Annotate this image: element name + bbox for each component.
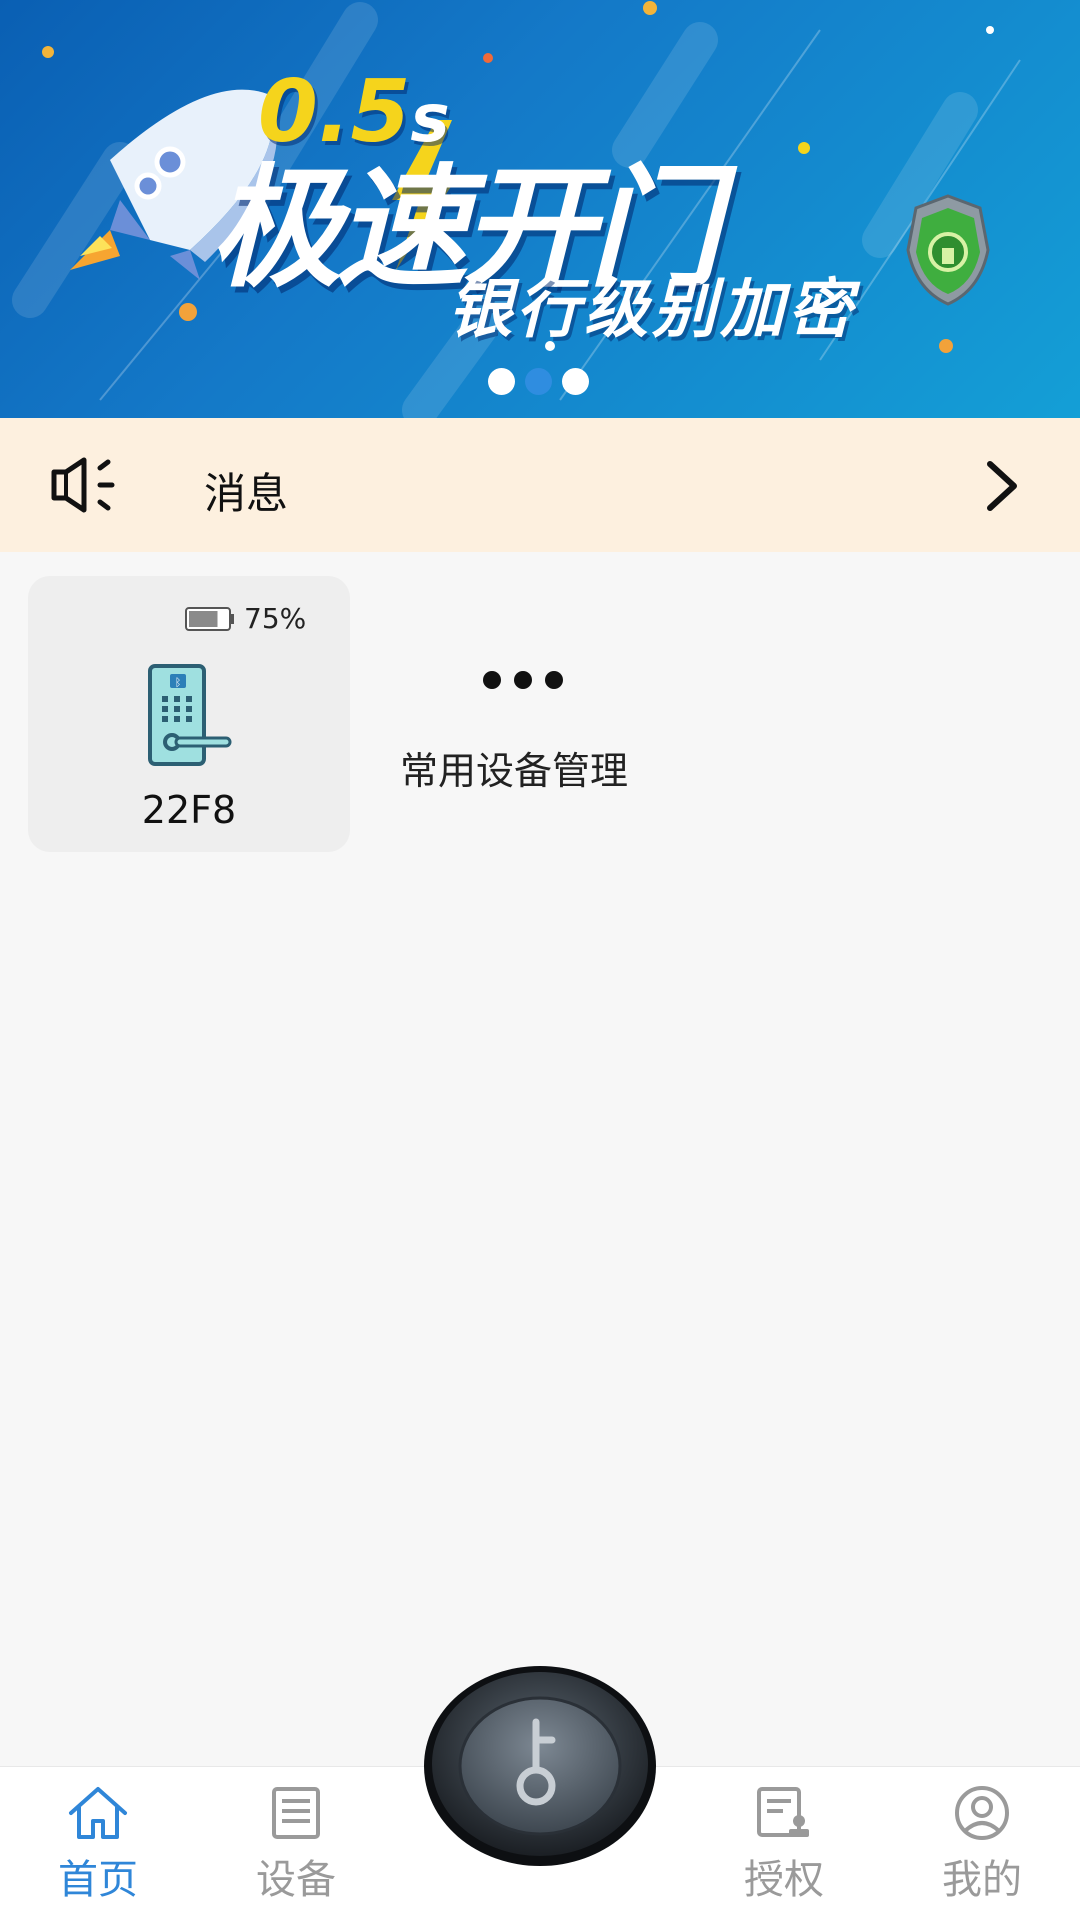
manage-devices-button[interactable]: 常用设备管理 <box>386 640 676 800</box>
svg-text:ᛒ: ᛒ <box>175 676 182 689</box>
profile-icon <box>955 1786 1009 1840</box>
authorize-icon <box>757 1787 809 1837</box>
tab-profile-label: 我的 <box>942 1857 1022 1903</box>
banner-pagination <box>488 368 589 395</box>
speaker-icon <box>51 457 115 513</box>
unlock-key-button[interactable] <box>422 1664 658 1868</box>
banner-subtitle: 银行级别加密 <box>448 273 856 347</box>
tab-devices-label: 设备 <box>256 1857 336 1903</box>
device-name: 22F8 <box>141 788 237 832</box>
manage-devices-label: 常用设备管理 <box>400 749 629 793</box>
banner-dot[interactable] <box>488 368 515 395</box>
banner-dot-active[interactable] <box>525 368 552 395</box>
promo-banner[interactable]: 0.5s 极速开门 银行级别加密 <box>0 0 1080 418</box>
shield-lock-icon <box>906 194 990 306</box>
banner-dot[interactable] <box>562 368 589 395</box>
device-list-icon <box>272 1787 320 1839</box>
battery-icon <box>185 607 234 631</box>
device-card[interactable]: 75% ᛒ 22F8 <box>28 576 350 852</box>
home-icon <box>69 1787 127 1839</box>
tab-profile[interactable]: 我的 <box>912 1785 1052 1915</box>
more-dots-icon <box>483 671 563 689</box>
tab-authorize[interactable]: 授权 <box>714 1785 854 1915</box>
tab-authorize-label: 授权 <box>744 1857 824 1903</box>
tab-home-label: 首页 <box>58 1857 138 1903</box>
app-root: 0.5s 极速开门 银行级别加密 消息 75% ᛒ 22F8 常用设备管理 首页… <box>0 0 1080 1920</box>
tab-home[interactable]: 首页 <box>28 1785 168 1915</box>
message-label: 消息 <box>204 469 289 518</box>
tab-devices[interactable]: 设备 <box>226 1785 366 1915</box>
battery-percent: 75% <box>244 602 307 635</box>
smart-lock-icon: ᛒ <box>148 664 232 766</box>
chevron-right-icon[interactable] <box>982 458 1022 514</box>
message-bar[interactable]: 消息 <box>0 418 1080 552</box>
